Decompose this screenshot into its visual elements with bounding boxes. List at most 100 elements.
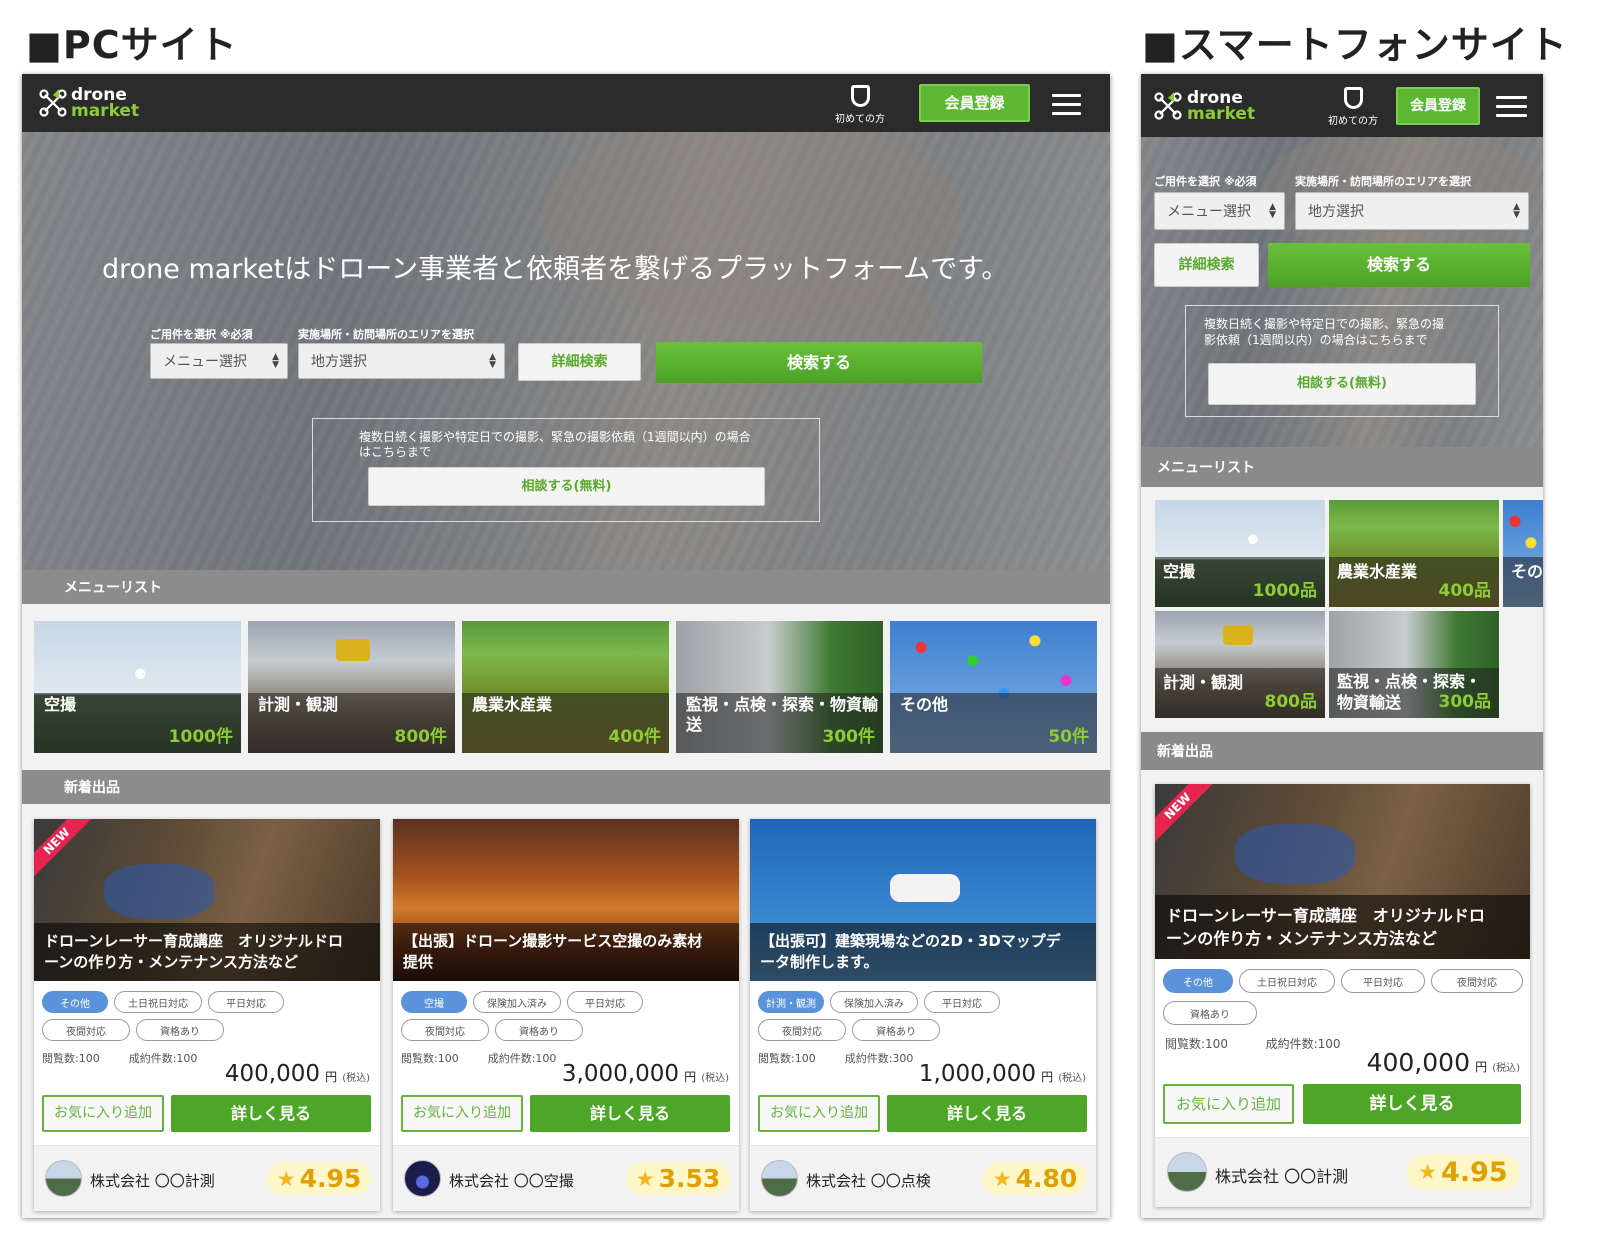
menu-tile-inspection[interactable]: 監視・点検・探索・物資輸送 300件 xyxy=(676,621,883,753)
avatar xyxy=(761,1160,798,1197)
add-favorite-button[interactable]: お気に入り追加 xyxy=(401,1095,523,1132)
listing-title: ドローンレーサー育成講座 オリジナルドロ ーンの作り方・メンテナンス方法など xyxy=(34,923,380,981)
tag-list: 空撮 保険加入済み 平日対応 夜間対応 資格あり xyxy=(401,991,735,1041)
menu-tile-other[interactable]: その xyxy=(1503,500,1543,607)
hero-section: ご用件を選択 ※必須 実施場所・訪問場所のエリアを選択 メニュー選択 ▲ ▼ 地方… xyxy=(1141,137,1543,457)
detail-search-button[interactable]: 詳細検索 xyxy=(1154,243,1259,287)
area-select-label: 実施場所・訪問場所のエリアを選択 xyxy=(298,328,474,341)
menu-tile-inspection[interactable]: 監視・点検・探索・ 物資輸送 300品 xyxy=(1329,611,1499,718)
menu-tile-survey[interactable]: 計測・観測 800品 xyxy=(1155,611,1325,718)
add-favorite-button[interactable]: お気に入り追加 xyxy=(758,1095,880,1132)
area-select-label: 実施場所・訪問場所のエリアを選択 xyxy=(1295,175,1471,188)
rating-badge: ★ 4.80 xyxy=(983,1162,1087,1195)
menu-tile-count: 300件 xyxy=(822,727,876,747)
area-select[interactable]: 地方選択 ▲ ▼ xyxy=(298,343,505,379)
tag-weekday: 平日対応 xyxy=(1341,969,1425,993)
star-icon: ★ xyxy=(635,1166,655,1191)
drone-logo-icon xyxy=(39,89,67,117)
tag-category: その他 xyxy=(42,991,108,1013)
consult-button[interactable]: 相談する(無料) xyxy=(1208,363,1476,405)
listing-card[interactable]: 【出張可】建築現場などの2D・3Dマップデ ータ制作します。 計測・観測 保険加入… xyxy=(750,819,1096,1211)
company-name[interactable]: 株式会社 〇〇点検 xyxy=(806,1170,931,1191)
details-button[interactable]: 詳しく見る xyxy=(887,1095,1087,1132)
hamburger-menu-icon[interactable] xyxy=(1496,96,1527,123)
menu-tile-count: 1000品 xyxy=(1252,581,1317,601)
menu-tile-survey[interactable]: 計測・観測 800件 xyxy=(248,621,455,753)
site-logo[interactable]: drone market xyxy=(71,86,139,119)
add-favorite-button[interactable]: お気に入り追加 xyxy=(42,1095,164,1132)
area-select[interactable]: 地方選択 ▲ ▼ xyxy=(1295,192,1529,230)
menu-tile-name: 農業水産業 xyxy=(1337,562,1418,581)
menu-tile-count: 50件 xyxy=(1048,727,1089,747)
menu-tile-agriculture[interactable]: 農業水産業 400品 xyxy=(1329,500,1499,607)
rating-badge: ★ 3.53 xyxy=(626,1162,730,1195)
menu-select[interactable]: メニュー選択 ▲ ▼ xyxy=(1154,192,1285,230)
star-icon: ★ xyxy=(276,1166,296,1191)
menu-select-value: メニュー選択 xyxy=(1167,204,1251,220)
listing-price: 3,000,000 円 (税込) xyxy=(561,1061,729,1087)
tag-category: 計測・観測 xyxy=(758,991,824,1013)
register-button[interactable]: 会員登録 xyxy=(1396,87,1480,125)
details-button[interactable]: 詳しく見る xyxy=(171,1095,371,1132)
menu-tile-other[interactable]: その他 50件 xyxy=(890,621,1097,753)
seller-footer: 株式会社 〇〇空撮 ★ 3.53 xyxy=(393,1145,739,1211)
details-button[interactable]: 詳しく見る xyxy=(530,1095,730,1132)
rating-value: 4.80 xyxy=(1015,1164,1078,1193)
listing-price: 400,000 円 (税込) xyxy=(224,1061,370,1087)
view-count: 閲覧数:100 xyxy=(401,1052,459,1065)
hero-headline: drone marketはドローン事業者と依頼者を繋げるプラットフォームです。 xyxy=(102,254,1009,285)
beginners-label: 初めての方 xyxy=(835,114,885,125)
pc-site-frame: drone market 初めての方 会員登録 drone marketはドロー… xyxy=(22,74,1110,1218)
site-logo[interactable]: drone market xyxy=(1187,89,1256,125)
search-button[interactable]: 検索する xyxy=(656,342,982,383)
beginners-link[interactable]: 初めての方 xyxy=(830,85,890,125)
listing-card[interactable]: NEW ドローンレーサー育成講座 オリジナルドロ ーンの作り方・メンテナンス方法な… xyxy=(34,819,380,1211)
consultation-box: 複数日続く撮影や特定日での撮影、緊急の撮影依頼（1週間以内）の場合はこちらまで … xyxy=(1185,305,1499,417)
logo-line-2: market xyxy=(1187,104,1256,125)
detail-search-button[interactable]: 詳細検索 xyxy=(518,343,641,381)
search-button[interactable]: 検索する xyxy=(1268,243,1530,287)
new-listings-header: 新着出品 xyxy=(22,770,1110,804)
select-arrows-icon: ▲ ▼ xyxy=(272,352,279,370)
listing-title: 【出張】ドローン撮影サービス空撮のみ素材 提供 xyxy=(393,923,739,981)
smartphone-site-title: ■スマートフォンサイト xyxy=(1142,23,1568,67)
menu-list-header: メニューリスト xyxy=(1141,447,1543,487)
avatar xyxy=(404,1160,441,1197)
menu-tile-count: 300品 xyxy=(1438,692,1492,712)
smartphone-site-frame: drone market 初めての方 会員登録 ご用件を選択 ※必須 実施場所・… xyxy=(1141,74,1543,1218)
consult-button[interactable]: 相談する(無料) xyxy=(368,467,765,506)
new-listings-title: 新着出品 xyxy=(64,780,120,796)
deal-count: 成約件数:100 xyxy=(1265,1037,1341,1051)
company-name[interactable]: 株式会社 〇〇空撮 xyxy=(449,1170,574,1191)
listing-card[interactable]: NEW ドローンレーサー育成講座 オリジナルドロ ーンの作り方・メンテナンス方法な… xyxy=(1155,784,1530,1207)
company-name[interactable]: 株式会社 〇〇計測 xyxy=(90,1170,215,1191)
tag-qualified: 資格あり xyxy=(852,1019,940,1041)
area-select-value: 地方選択 xyxy=(311,354,367,370)
rating-value: 4.95 xyxy=(299,1164,362,1193)
register-button[interactable]: 会員登録 xyxy=(919,84,1030,122)
rating-value: 4.95 xyxy=(1441,1156,1508,1188)
tag-category: その他 xyxy=(1163,969,1233,993)
menu-tile-aerial[interactable]: ⚈ 空撮 1000件 xyxy=(34,621,241,753)
listing-image: 【出張】ドローン撮影サービス空撮のみ素材 提供 xyxy=(393,819,739,981)
menu-select[interactable]: メニュー選択 ▲ ▼ xyxy=(150,343,288,379)
avatar xyxy=(45,1160,82,1197)
hamburger-menu-icon[interactable] xyxy=(1052,94,1081,121)
add-favorite-button[interactable]: お気に入り追加 xyxy=(1163,1084,1294,1124)
drone-icon: ⚈ xyxy=(134,667,147,683)
avatar xyxy=(1167,1152,1207,1192)
beginners-link[interactable]: 初めての方 xyxy=(1323,87,1383,127)
details-button[interactable]: 詳しく見る xyxy=(1303,1084,1521,1124)
menu-select-value: メニュー選択 xyxy=(163,354,247,370)
menu-tile-agriculture[interactable]: 農業水産業 400件 xyxy=(462,621,669,753)
listing-title: 【出張可】建築現場などの2D・3Dマップデ ータ制作します。 xyxy=(750,923,1096,981)
tag-weekday: 平日対応 xyxy=(924,991,1000,1013)
listing-price: 1,000,000 円 (税込) xyxy=(918,1061,1086,1087)
listing-card[interactable]: 【出張】ドローン撮影サービス空撮のみ素材 提供 空撮 保険加入済み 平日対応 夜間… xyxy=(393,819,739,1211)
company-name[interactable]: 株式会社 〇〇計測 xyxy=(1215,1163,1348,1187)
select-arrows-icon: ▲ ▼ xyxy=(1513,202,1520,220)
menu-tile-aerial[interactable]: ⚈ 空撮 1000品 xyxy=(1155,500,1325,607)
menu-tile-count: 400件 xyxy=(608,727,662,747)
tag-qualified: 資格あり xyxy=(1163,1001,1257,1025)
menu-tile-name: その他 xyxy=(900,695,949,714)
